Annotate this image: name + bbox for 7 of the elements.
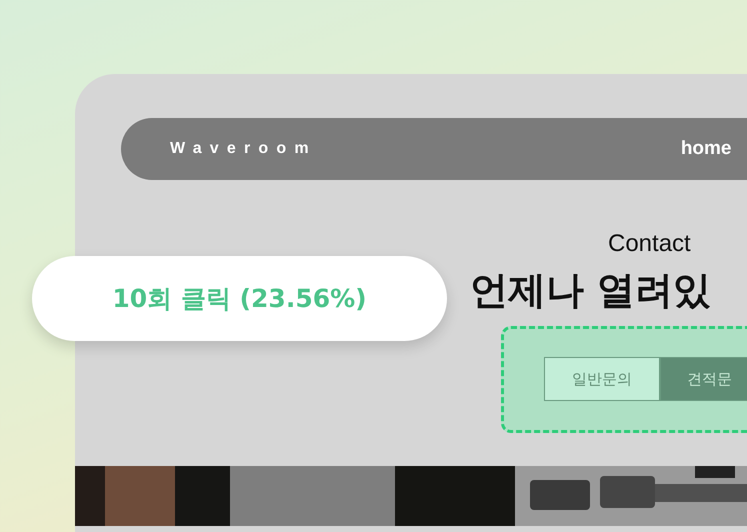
click-count: 10회 클릭 (23.56%) xyxy=(112,283,367,315)
nav-link[interactable]: home xyxy=(680,138,732,160)
section-label: Contact xyxy=(608,230,691,258)
logo[interactable]: Waveroom xyxy=(170,140,317,158)
section-heading: 언제나 열려있 xyxy=(470,267,712,314)
inquiry-tab[interactable]: 견적문 xyxy=(660,357,747,401)
inquiry-tab[interactable]: 일반문의 xyxy=(544,357,660,401)
